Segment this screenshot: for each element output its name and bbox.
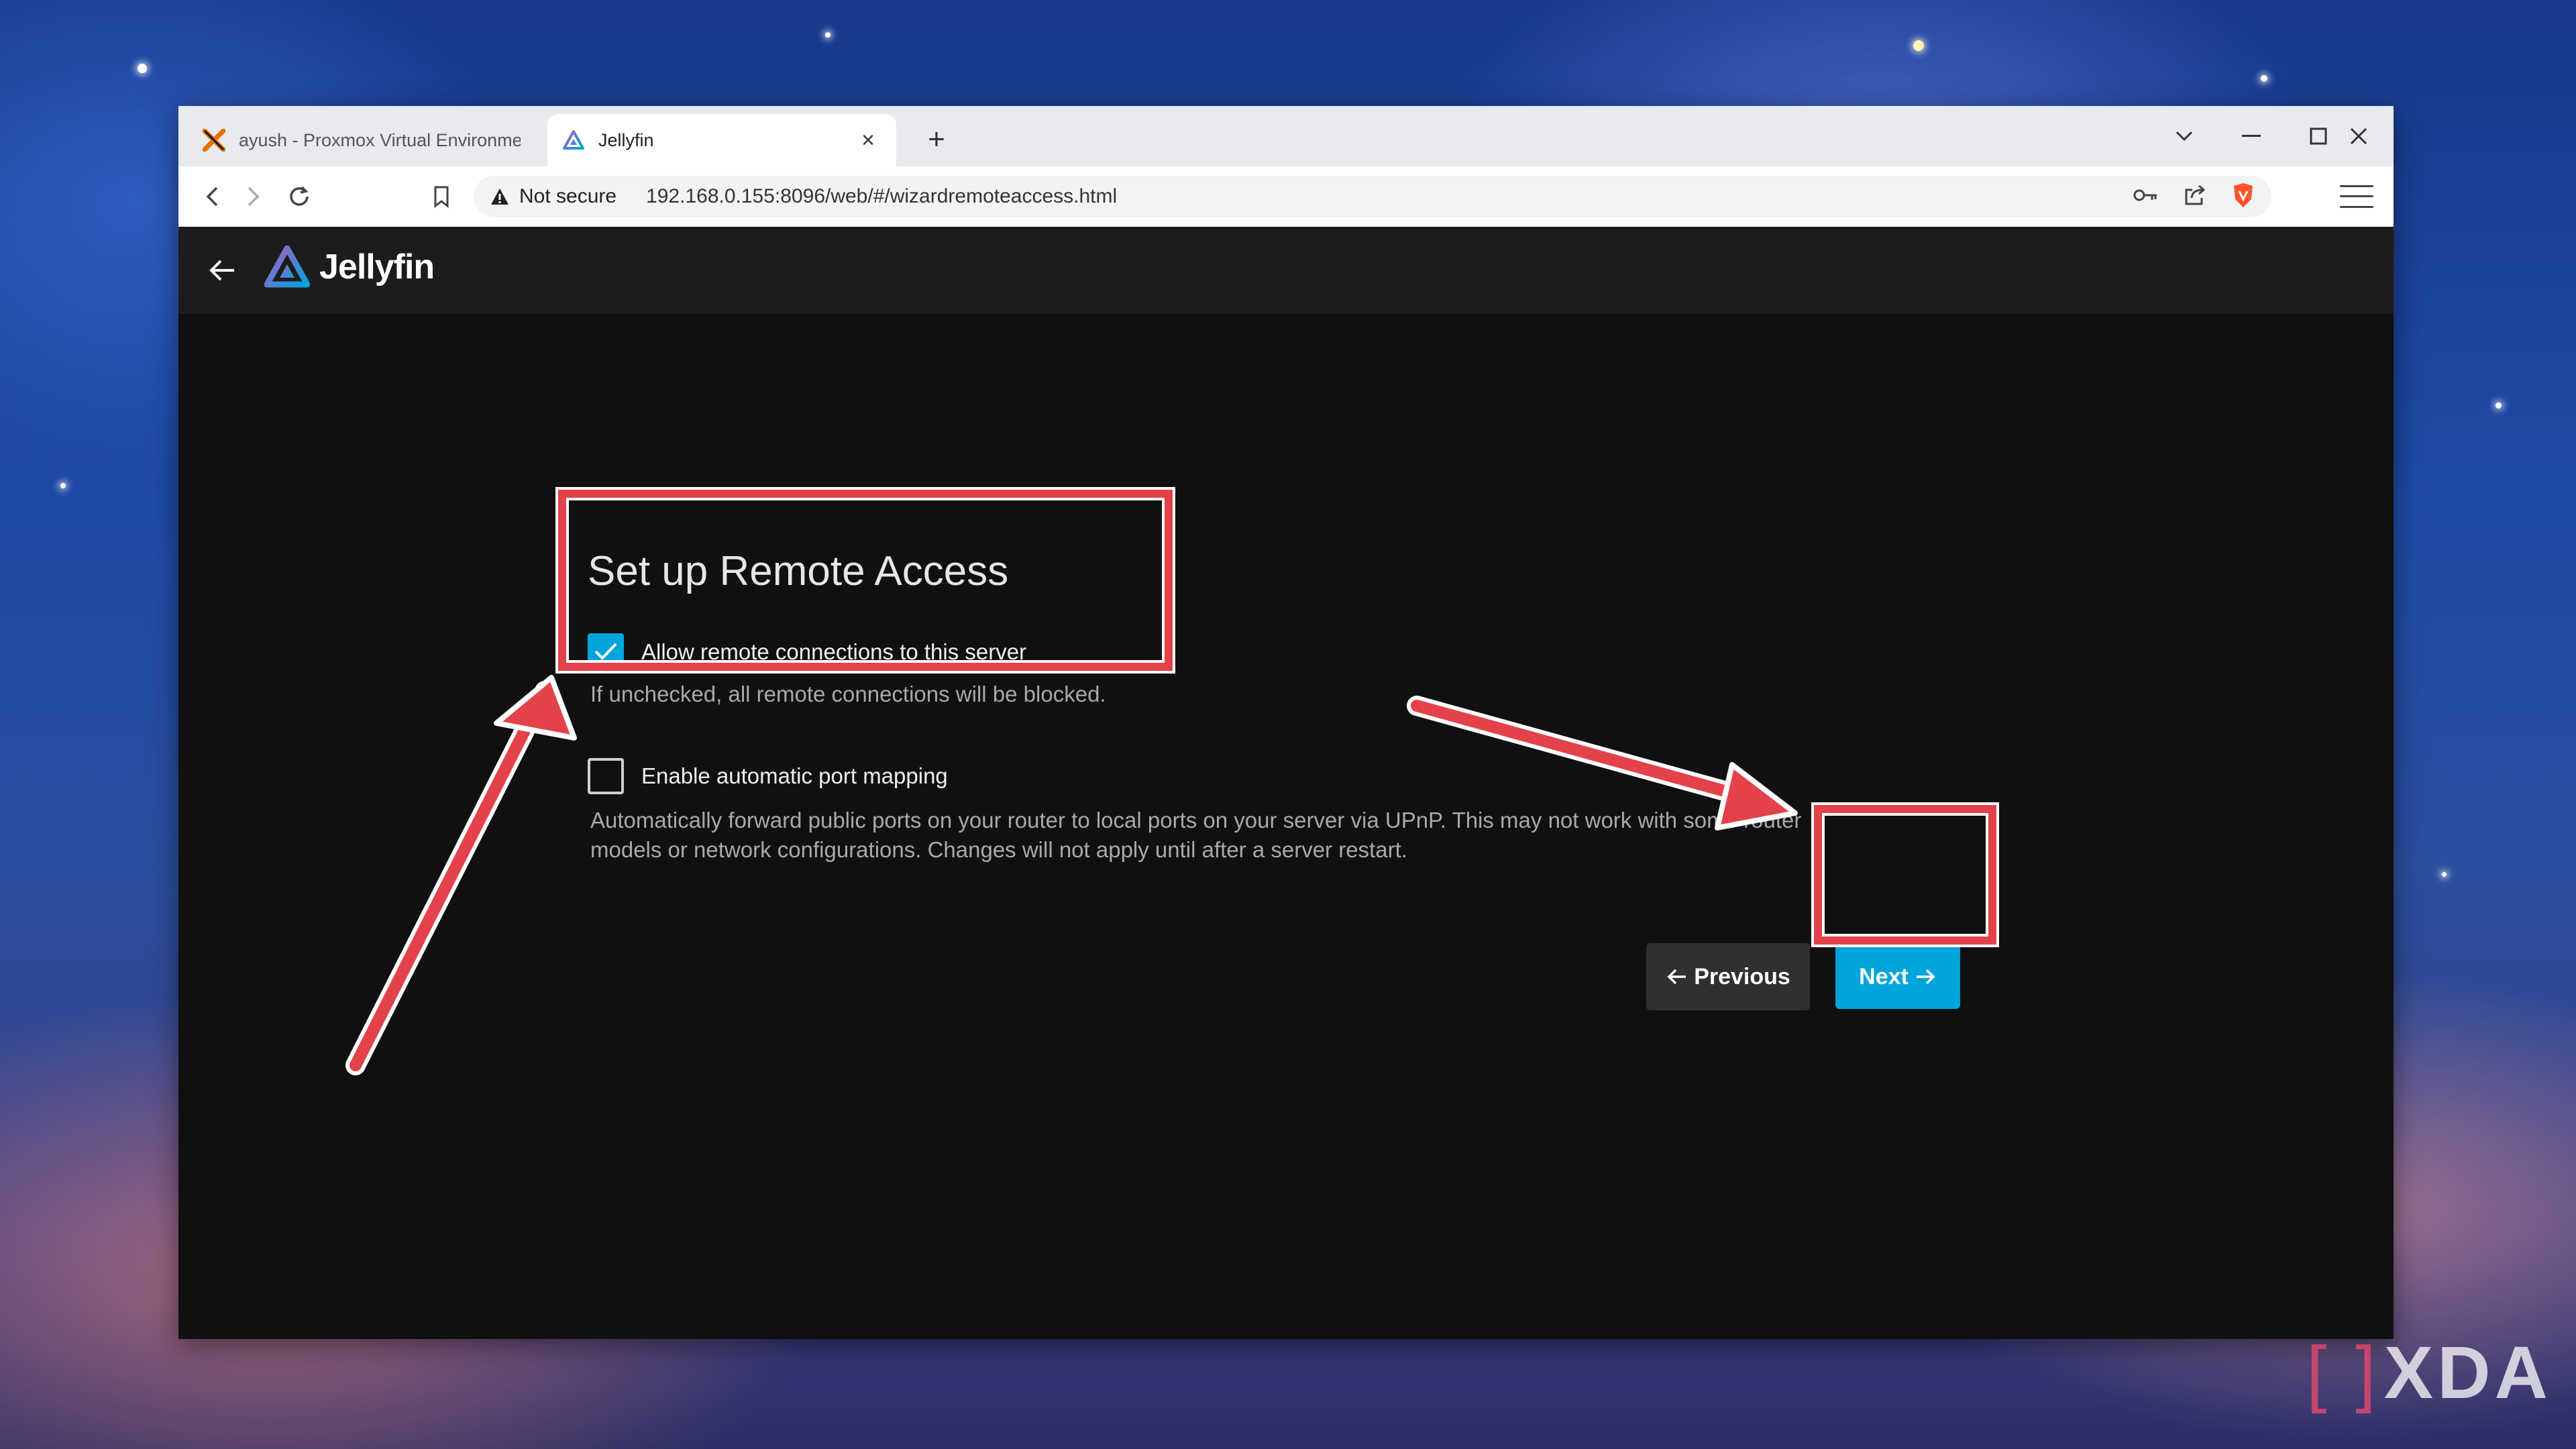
browser-toolbar: Not secure 192.168.0.155:8096/web/#/wiza… xyxy=(178,166,2394,227)
tab-search-chevron-icon[interactable] xyxy=(2157,114,2211,158)
allow-remote-checkbox[interactable] xyxy=(588,633,624,669)
brave-shield-icon[interactable] xyxy=(2231,182,2255,212)
jellyfin-icon xyxy=(562,129,585,152)
star-decoration xyxy=(825,32,830,38)
close-tab-icon[interactable]: × xyxy=(855,127,881,154)
tab-jellyfin[interactable]: Jellyfin × xyxy=(547,114,896,166)
star-decoration xyxy=(2496,402,2502,409)
warning-icon xyxy=(490,187,510,206)
url-text[interactable]: 192.168.0.155:8096/web/#/wizardremoteacc… xyxy=(646,185,2133,208)
app-header: Jellyfin xyxy=(178,227,2394,314)
star-decoration xyxy=(1913,40,1924,51)
star-decoration xyxy=(2442,872,2447,877)
reload-button[interactable] xyxy=(279,176,319,217)
tab-title: Jellyfin xyxy=(598,130,855,151)
tab-title: ayush - Proxmox Virtual Environme xyxy=(239,130,521,151)
jellyfin-logo-icon xyxy=(264,246,310,288)
browser-menu-icon[interactable] xyxy=(2340,181,2373,212)
minimize-button[interactable] xyxy=(2224,114,2278,158)
xda-logo-icon: [ ] xyxy=(2306,1330,2380,1415)
jellyfin-logo[interactable]: Jellyfin xyxy=(264,246,434,288)
previous-label: Previous xyxy=(1694,964,1790,990)
page-title: Set up Remote Access xyxy=(588,547,1008,595)
back-arrow-icon[interactable] xyxy=(203,251,241,290)
arrow-right-icon xyxy=(1914,967,1937,987)
next-label: Next xyxy=(1859,964,1909,990)
next-button[interactable]: Next xyxy=(1835,945,1960,1009)
port-mapping-help-line1: Automatically forward public ports on yo… xyxy=(590,805,1801,836)
watermark-text: XDA xyxy=(2384,1330,2552,1415)
address-bar[interactable]: Not secure 192.168.0.155:8096/web/#/wiza… xyxy=(474,176,2271,217)
proxmox-icon xyxy=(203,129,225,152)
checkmark-icon xyxy=(592,640,619,663)
key-icon[interactable] xyxy=(2133,187,2159,207)
back-button[interactable] xyxy=(192,176,232,217)
arrow-left-icon xyxy=(1666,967,1688,987)
port-mapping-checkbox[interactable] xyxy=(588,758,624,794)
previous-button[interactable]: Previous xyxy=(1646,943,1810,1010)
close-window-button[interactable] xyxy=(2332,114,2385,158)
allow-remote-label[interactable]: Allow remote connections to this server xyxy=(641,639,1026,665)
forward-button[interactable] xyxy=(233,176,274,217)
xda-watermark: [ ] XDA xyxy=(2306,1330,2552,1415)
port-mapping-label[interactable]: Enable automatic port mapping xyxy=(641,763,948,789)
brand-name: Jellyfin xyxy=(319,247,434,287)
jellyfin-app: Jellyfin Set up Remote Access Allow remo… xyxy=(178,227,2394,1339)
star-decoration xyxy=(60,483,66,488)
star-decoration xyxy=(138,64,147,73)
share-icon[interactable] xyxy=(2183,183,2207,211)
browser-window: ayush - Proxmox Virtual Environme Jellyf… xyxy=(178,106,2394,1339)
tab-bar: ayush - Proxmox Virtual Environme Jellyf… xyxy=(178,106,2394,166)
security-indicator[interactable]: Not secure xyxy=(519,185,616,208)
new-tab-button[interactable]: + xyxy=(916,119,957,160)
tab-proxmox[interactable]: ayush - Proxmox Virtual Environme xyxy=(188,114,535,166)
allow-remote-help: If unchecked, all remote connections wil… xyxy=(590,679,1106,710)
bookmark-icon[interactable] xyxy=(421,176,462,217)
star-decoration xyxy=(2261,75,2267,82)
port-mapping-help-line2: models or network configurations. Change… xyxy=(590,835,1407,865)
